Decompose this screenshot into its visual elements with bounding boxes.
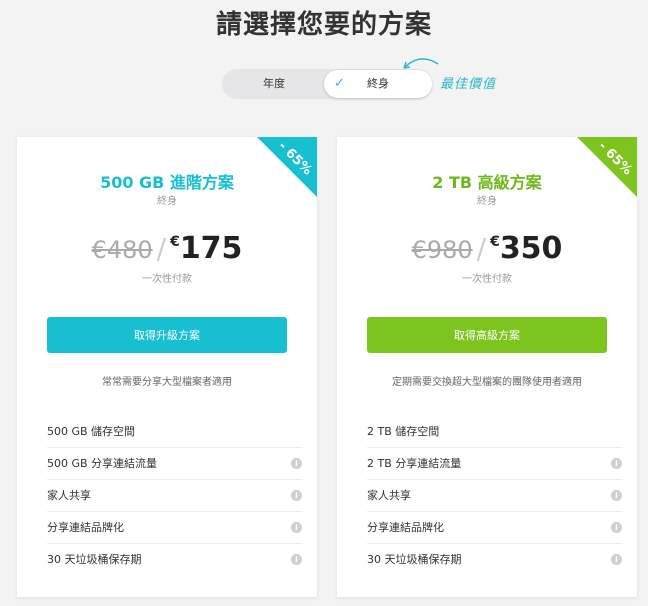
info-icon[interactable]: i <box>291 458 302 469</box>
info-icon[interactable]: i <box>291 554 302 565</box>
toggle-annual[interactable]: 年度 <box>222 69 326 99</box>
info-icon[interactable]: i <box>611 522 622 533</box>
info-icon[interactable]: i <box>611 490 622 501</box>
payment-note: 一次性付款 <box>462 274 512 285</box>
feature-item: 分享連結品牌化 i <box>367 512 622 544</box>
feature-item: 2 TB 儲存空間 <box>367 416 622 448</box>
curved-arrow-icon <box>403 58 439 69</box>
feature-item: 2 TB 分享連結流量 i <box>367 448 622 480</box>
check-icon: ✓ <box>334 76 345 91</box>
feature-label: 分享連結品牌化 <box>47 521 124 534</box>
toggle-lifetime[interactable]: ✓ 終身 <box>324 70 432 98</box>
plan-period: 終身 <box>157 196 177 207</box>
toggle-lifetime-label: 終身 <box>367 77 389 90</box>
get-pro-plan-button[interactable]: 取得升級方案 <box>47 317 287 353</box>
price-divider: / <box>156 232 167 265</box>
feature-label: 2 TB 分享連結流量 <box>367 457 462 470</box>
feature-item: 500 GB 分享連結流量 i <box>47 448 302 480</box>
info-icon[interactable]: i <box>611 554 622 565</box>
feature-item: 家人共享 i <box>47 480 302 512</box>
page-title: 請選擇您要的方案 <box>215 10 432 40</box>
feature-item: 家人共享 i <box>367 480 622 512</box>
currency-symbol: € <box>490 234 500 250</box>
feature-label: 分享連結品牌化 <box>367 521 444 534</box>
feature-list: 500 GB 儲存空間 500 GB 分享連結流量 i 家人共享 i 分享連結品牌化… <box>47 416 302 576</box>
currency-symbol: € <box>170 234 180 250</box>
feature-item: 分享連結品牌化 i <box>47 512 302 544</box>
price-divider: / <box>476 232 487 265</box>
new-price: 350 <box>499 231 563 266</box>
feature-list: 2 TB 儲存空間 2 TB 分享連結流量 i 家人共享 i 分享連結品牌化 i 30… <box>367 416 622 576</box>
feature-item: 500 GB 儲存空間 <box>47 416 302 448</box>
plan-card-premium: - 65% 2 TB 高級方案 終身 €980/€350 一次性付款 取得高級方… <box>337 137 637 597</box>
new-price: 175 <box>179 231 243 266</box>
feature-label: 30 天垃圾桶保存期 <box>47 553 142 566</box>
payment-note: 一次性付款 <box>142 274 192 285</box>
feature-label: 2 TB 儲存空間 <box>367 425 440 438</box>
plan-card-pro: - 65% 500 GB 進階方案 終身 €480/€175 一次性付款 取得升… <box>17 137 317 597</box>
price-row: €980/€350 <box>337 231 637 266</box>
old-price: €980 <box>411 236 473 264</box>
plan-name: 2 TB 高級方案 <box>432 173 542 192</box>
feature-label: 500 GB 儲存空間 <box>47 425 136 438</box>
billing-toggle[interactable]: 年度 ✓ 終身 <box>222 69 432 99</box>
info-icon[interactable]: i <box>291 490 302 501</box>
info-icon[interactable]: i <box>611 458 622 469</box>
best-value-label: 最佳價值 <box>440 77 497 92</box>
feature-label: 500 GB 分享連結流量 <box>47 457 158 470</box>
plan-name: 500 GB 進階方案 <box>100 173 234 192</box>
old-price: €480 <box>91 236 153 264</box>
price-row: €480/€175 <box>17 231 317 266</box>
feature-item: 30 天垃圾桶保存期 i <box>47 544 302 576</box>
feature-item: 30 天垃圾桶保存期 i <box>367 544 622 576</box>
feature-label: 30 天垃圾桶保存期 <box>367 553 462 566</box>
plan-audience: 定期需要交換超大型檔案的團隊使用者適用 <box>392 377 582 388</box>
info-icon[interactable]: i <box>291 522 302 533</box>
feature-label: 家人共享 <box>47 489 91 502</box>
get-premium-plan-button[interactable]: 取得高級方案 <box>367 317 607 353</box>
feature-label: 家人共享 <box>367 489 411 502</box>
plan-period: 終身 <box>477 196 497 207</box>
plan-audience: 常常需要分享大型檔案者適用 <box>102 377 232 388</box>
